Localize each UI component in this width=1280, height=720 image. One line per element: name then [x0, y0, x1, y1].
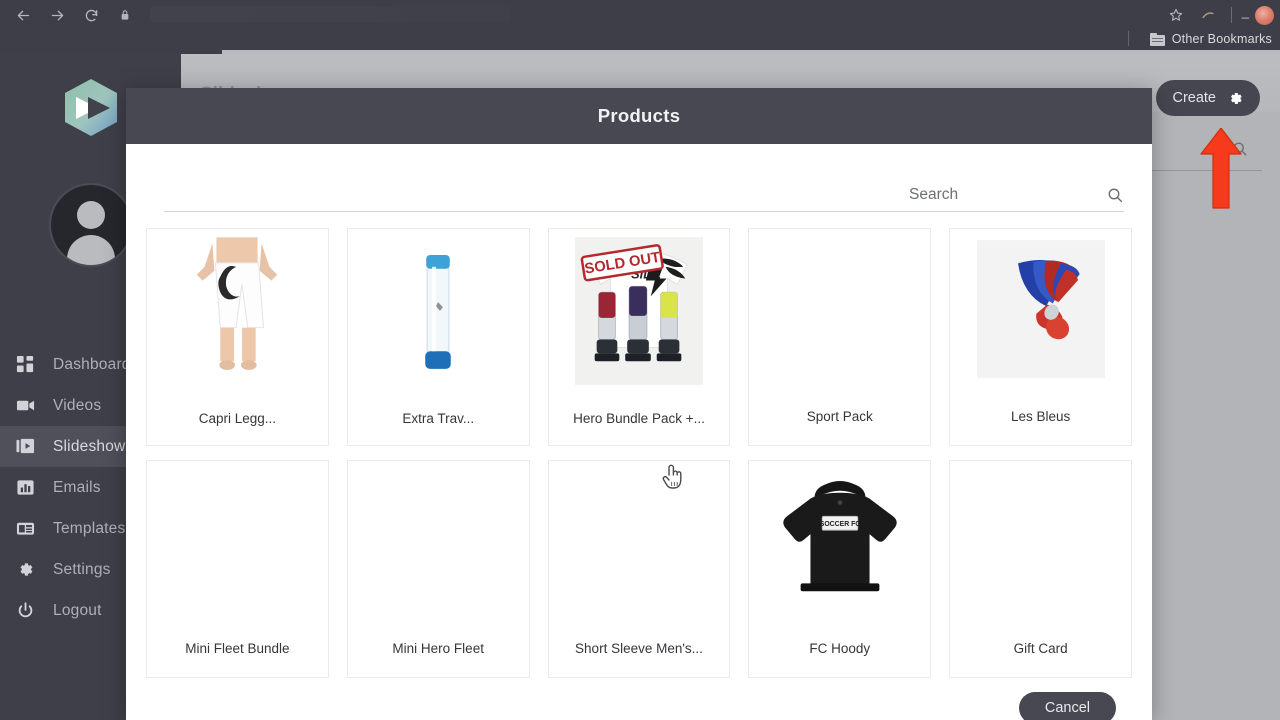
lock-icon[interactable]	[112, 2, 138, 28]
product-name: Mini Hero Fleet	[392, 640, 484, 656]
black-hoody-soccer-fc-image: SOCCER FC	[770, 477, 909, 605]
product-name: Sport Pack	[806, 408, 873, 424]
svg-text:SOCCER FC: SOCCER FC	[820, 521, 861, 528]
search-icon[interactable]	[1107, 187, 1124, 204]
dashboard-grid-icon	[14, 354, 36, 376]
product-card[interactable]: SIDE SOLD OUT Hero Bundle Pack +...	[547, 228, 731, 446]
gear-icon	[1227, 90, 1244, 107]
product-name: Les Bleus	[1010, 408, 1071, 424]
bookmarks-divider	[1127, 31, 1129, 46]
hero-bundle-bottles-tshirt-image: SIDE SOLD OUT	[574, 237, 703, 385]
gear-icon	[14, 559, 36, 581]
sidebar-item-label: Emails	[53, 478, 101, 496]
red-arrow-pointing-to-create	[1199, 127, 1243, 210]
slideshow-icon	[14, 436, 36, 458]
product-name: FC Hoody	[809, 640, 871, 656]
address-bar[interactable]	[150, 6, 510, 22]
bookmarks-bar: Other Bookmarks	[1127, 28, 1272, 50]
bar-chart-icon	[14, 477, 36, 499]
power-icon	[14, 600, 36, 622]
product-card[interactable]: SOCCER FC FC Hoody	[748, 460, 932, 678]
folder-icon	[1149, 32, 1165, 46]
sidebar-item-label: Settings	[53, 560, 111, 578]
product-thumbnail: SIDE SOLD OUT	[549, 229, 730, 393]
product-thumbnail	[950, 229, 1131, 389]
screen-root: Dashboard Videos Slideshows Emails Templ…	[0, 0, 1280, 720]
product-card[interactable]: Sport Pack	[748, 228, 932, 446]
product-card[interactable]: Gift Card	[949, 460, 1132, 678]
profile-avatar-icon[interactable]	[1255, 5, 1274, 25]
modal-title: Products	[597, 105, 681, 126]
product-name: Mini Fleet Bundle	[185, 640, 290, 656]
white-capri-leggings-image	[183, 237, 292, 385]
sidebar-item-label: Logout	[53, 601, 102, 619]
toolbar-divider	[1230, 7, 1232, 23]
cancel-button[interactable]: Cancel	[1018, 692, 1116, 720]
reload-icon[interactable]	[78, 2, 104, 28]
browser-nav-buttons	[10, 2, 138, 28]
blue-red-shuttlecock-image	[976, 240, 1105, 378]
product-card[interactable]: Extra Trav...	[346, 228, 530, 446]
sidebar-item-label: Videos	[53, 396, 102, 414]
forward-arrow-icon[interactable]	[44, 2, 70, 28]
sidebar-item-label: Slideshows	[53, 437, 134, 455]
product-name: Hero Bundle Pack +...	[573, 410, 705, 426]
product-card[interactable]: Capri Legg...	[146, 228, 329, 446]
product-name: Gift Card	[1013, 640, 1068, 656]
product-card[interactable]: Mini Fleet Bundle	[146, 460, 329, 678]
app-logo-hexagon-play[interactable]	[58, 73, 124, 143]
user-avatar-placeholder[interactable]	[51, 185, 131, 265]
browser-page-top-edge	[222, 50, 1280, 55]
create-button-label: Create	[1172, 90, 1216, 106]
back-arrow-icon[interactable]	[10, 2, 36, 28]
product-grid: Capri Legg... Extra Trav... SIDE SOLD OU…	[144, 228, 1134, 678]
modal-search-zone	[144, 144, 1134, 228]
product-thumbnail	[147, 229, 328, 393]
avatar-body	[67, 235, 115, 265]
avatar-head	[77, 201, 105, 229]
modal-footer: Cancel	[144, 678, 1134, 720]
sidebar-item-label: Dashboard	[53, 355, 131, 373]
products-modal: Products Search Capri Legg... Extra Trav…	[126, 88, 1152, 720]
star-icon[interactable]	[1163, 2, 1189, 28]
product-name: Extra Trav...	[402, 410, 475, 426]
product-name: Capri Legg...	[198, 410, 277, 426]
other-bookmarks-label[interactable]: Other Bookmarks	[1172, 32, 1272, 46]
browser-right-icons: _	[1163, 2, 1274, 28]
product-card[interactable]: Les Bleus	[949, 228, 1132, 446]
product-thumbnail: SOCCER FC	[749, 461, 930, 621]
product-card[interactable]: Mini Hero Fleet	[346, 460, 530, 678]
minimize-icon[interactable]: _	[1242, 5, 1249, 23]
modal-header: Products	[126, 88, 1152, 144]
blue-travel-bottle-image	[384, 237, 493, 385]
modal-search-wrap[interactable]	[764, 186, 1124, 204]
pointing-hand-cursor	[660, 462, 688, 494]
product-thumbnail	[348, 229, 529, 393]
product-name: Short Sleeve Men's...	[575, 640, 703, 656]
browser-chrome: _ Other Bookmarks	[0, 0, 1280, 54]
product-card[interactable]: Short Sleeve Men's...	[547, 460, 731, 678]
sidebar-item-label: Templates	[53, 519, 126, 537]
video-camera-icon	[14, 395, 36, 417]
create-button[interactable]: Create	[1156, 80, 1260, 116]
extension-icon[interactable]	[1195, 2, 1221, 28]
search-input[interactable]	[909, 186, 1089, 204]
template-layout-icon	[14, 518, 36, 540]
search-underline	[164, 211, 1124, 212]
modal-body: Capri Legg...	[126, 144, 1152, 720]
